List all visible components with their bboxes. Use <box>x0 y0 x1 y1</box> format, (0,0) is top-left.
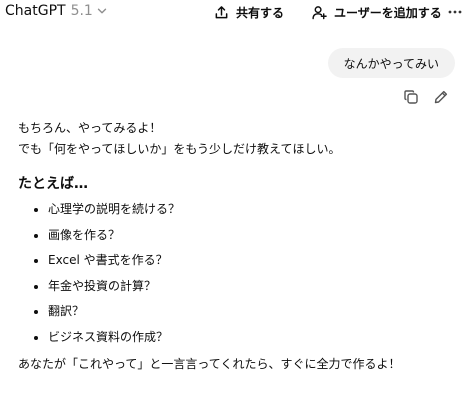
examples-list: 心理学の説明を続ける？ 画像を作る？ Excel や書式を作る？ 年金や投資の計… <box>18 197 458 350</box>
model-name: ChatGPT <box>5 3 66 19</box>
share-button[interactable]: 共有する <box>214 4 284 21</box>
share-icon <box>214 5 229 20</box>
list-item: 翻訳？ <box>48 299 458 325</box>
list-item: 年金や投資の計算？ <box>48 274 458 300</box>
assistant-closing: あなたが「これやって」と一言言ってくれたら、すぐに全力で作るよ！ <box>18 357 401 371</box>
share-label: 共有する <box>236 6 285 20</box>
list-item: Excel や書式を作る？ <box>48 248 458 274</box>
assistant-intro-line: もちろん、やってみるよ！ <box>18 121 162 135</box>
user-message-bubble: なんかやってみい <box>327 48 455 78</box>
add-user-icon <box>312 5 327 20</box>
assistant-intro-line: でも「何をやってほしいか」をもう少しだけ教えてほしい。 <box>18 142 341 156</box>
edit-icon[interactable] <box>433 89 449 105</box>
model-selector[interactable]: ChatGPT 5.1 <box>5 3 107 19</box>
add-user-label: ユーザーを追加する <box>334 6 442 20</box>
list-item: ビジネス資料の作成？ <box>48 325 458 351</box>
top-bar: ChatGPT 5.1 共有する ユーザーを追加する <box>0 0 465 26</box>
more-icon[interactable] <box>448 2 465 22</box>
list-item: 心理学の説明を続ける？ <box>48 197 458 223</box>
list-item: 画像を作る？ <box>48 223 458 249</box>
assistant-message: もちろん、やってみるよ！ でも「何をやってほしいか」をもう少しだけ教えてほしい。… <box>18 118 458 375</box>
add-user-button[interactable]: ユーザーを追加する <box>312 4 442 21</box>
chevron-down-icon <box>97 6 107 16</box>
model-version: 5.1 <box>70 3 93 19</box>
copy-icon[interactable] <box>403 89 419 105</box>
examples-heading: たとえば… <box>18 176 88 192</box>
user-message-text: なんかやってみい <box>343 56 439 71</box>
message-actions <box>403 89 449 105</box>
